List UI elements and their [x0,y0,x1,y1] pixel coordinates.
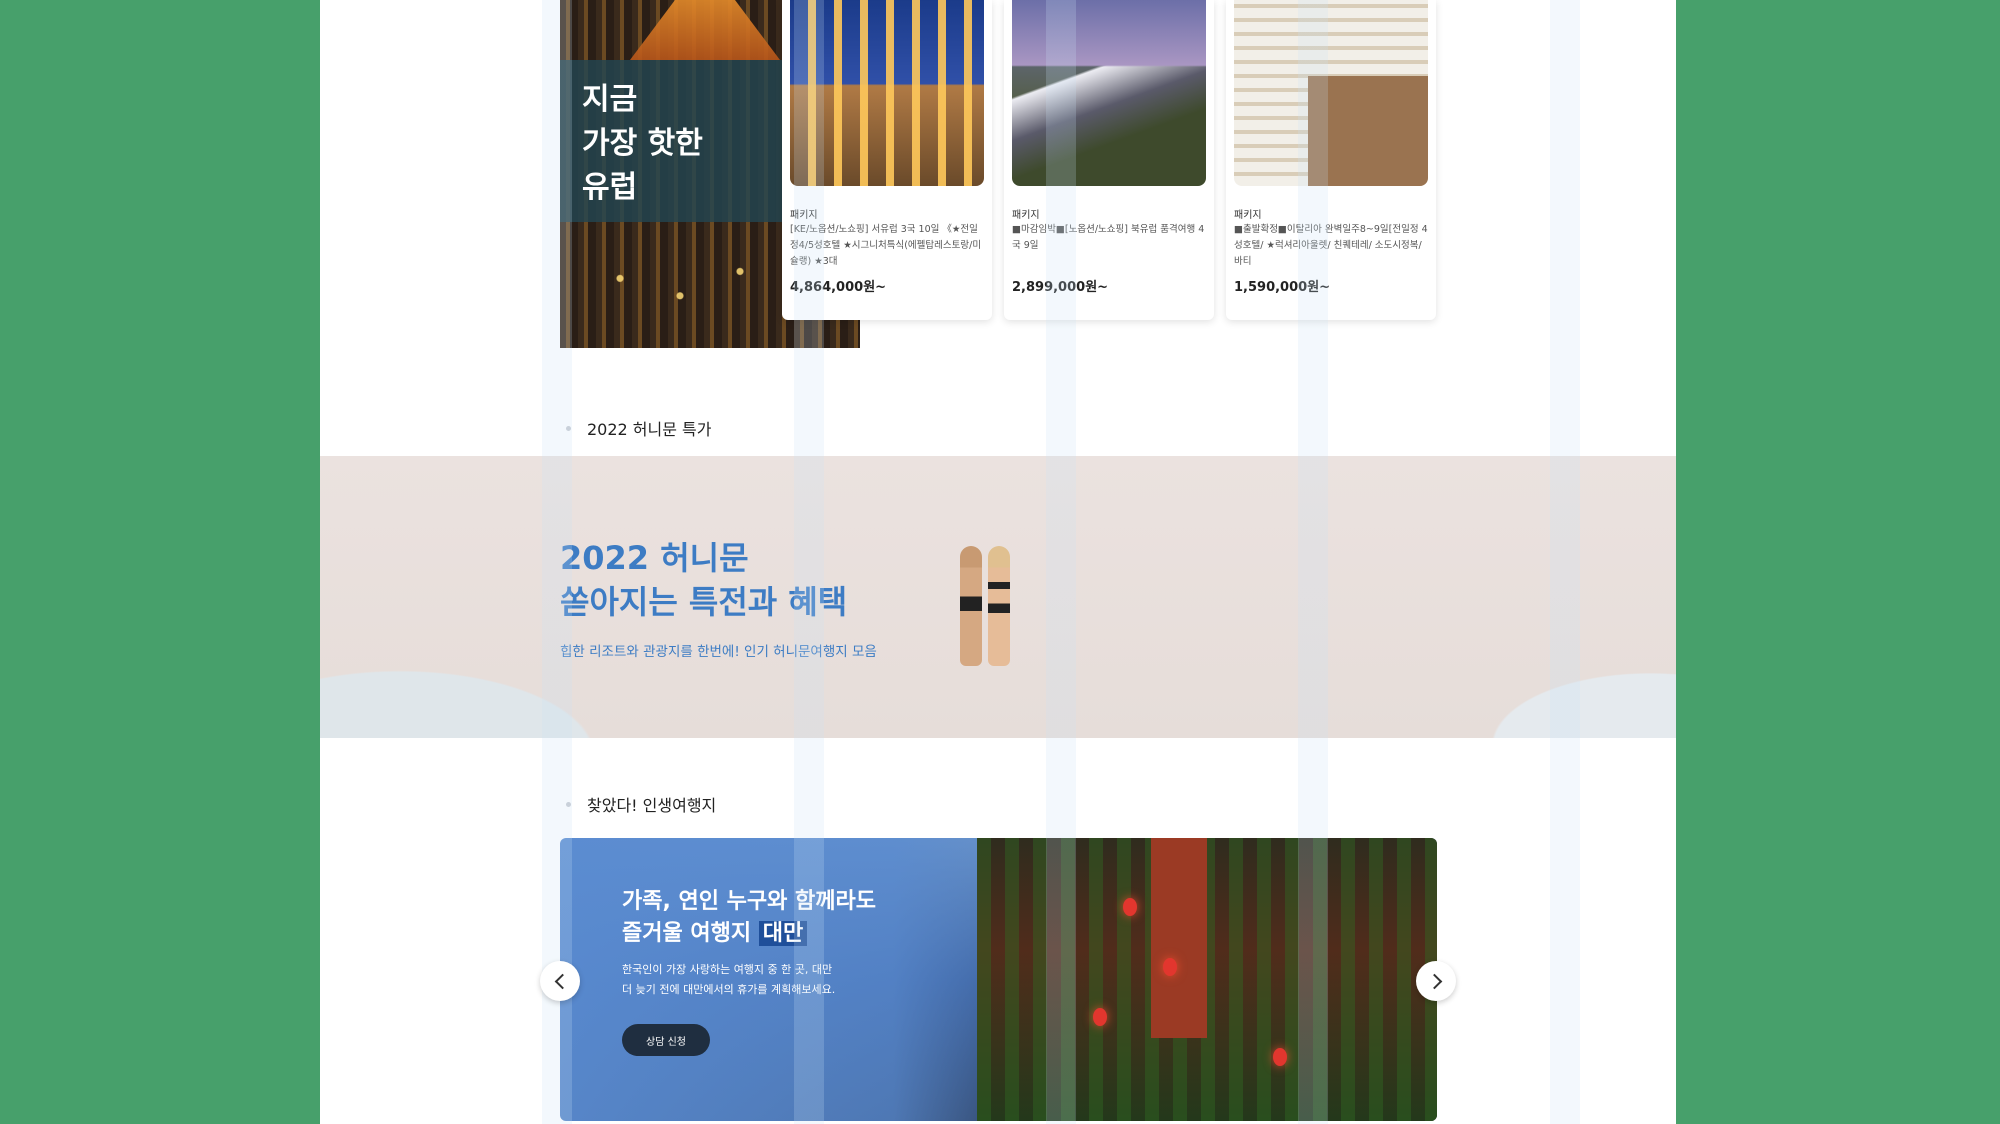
package-card[interactable]: 패키지 ■출발확정■이탈리아 완벽일주8~9일[전일정 4성호텔/ ★럭셔리아울… [1226,0,1436,320]
consult-button[interactable]: 상담 신청 [622,1024,710,1056]
honeymoon-headline: 2022 허니문 쏟아지는 특전과 혜택 [560,539,848,621]
card-description: [KE/노옵션/노쇼핑] 서유럽 3국 10일 《★전일정4/5성호텔 ★시그니… [790,224,982,267]
eiffel-tower-graphic [630,0,780,60]
card-description: ■출발확정■이탈리아 완벽일주8~9일[전일정 4성호텔/ ★럭셔리아울렛/ 친… [1234,224,1428,267]
card-description: ■마감임박■[노옵션/노쇼핑] 북유럽 품격여행 4국 9일 [1012,224,1205,251]
taiwan-headline-line2: 즐거울 여행지 대만 [622,918,876,950]
destination-section-label: 찾았다! 인생여행지 [587,796,717,815]
taiwan-body-line2: 더 늦기 전에 대만에서의 휴가를 계획해보세요. [622,983,836,996]
colosseum-photo [790,0,984,186]
santorini-photo [1234,0,1428,186]
taiwan-body: 한국인이 가장 사랑하는 여행지 중 한 곳, 대만 더 늦기 전에 대만에서의… [622,960,835,1000]
destination-section-title: 찾았다! 인생여행지 [560,792,716,816]
honeymoon-subtext: 힙한 리조트와 관광지를 한번에! 인기 허니문여행지 모음 [560,644,877,660]
chevron-left-icon [554,973,570,989]
package-card[interactable]: 패키지 [KE/노옵션/노쇼핑] 서유럽 3국 10일 《★전일정4/5성호텔 … [782,0,992,320]
honeymoon-banner[interactable]: 2022 허니문 쏟아지는 특전과 혜택 힙한 리조트와 관광지를 한번에! 인… [320,456,1676,738]
card-category: 패키지 [1012,210,1040,221]
card-price: 2,899,000원~ [1012,280,1109,295]
europe-hero-overlay: 지금 가장 핫한 유럽 [560,60,782,222]
europe-hero-title: 지금 가장 핫한 유럽 [582,82,703,205]
card-price: 4,864,000원~ [790,280,887,295]
taiwan-headline-prefix: 즐거울 여행지 [622,921,759,946]
taiwan-body-line1: 한국인이 가장 사랑하는 여행지 중 한 곳, 대만 [622,963,833,976]
taiwan-banner[interactable]: 가족, 연인 누구와 함께라도 즐거울 여행지 대만 한국인이 가장 사랑하는 … [560,838,1437,1121]
card-price: 1,590,000원~ [1234,280,1331,295]
woman-figure [988,546,1010,666]
honeymoon-section-title: 2022 허니문 특가 [560,416,712,440]
package-card[interactable]: 패키지 ■마감임박■[노옵션/노쇼핑] 북유럽 품격여행 4국 9일 2,899… [1004,0,1214,320]
taiwan-headline: 가족, 연인 누구와 함께라도 즐거울 여행지 대만 [622,886,876,950]
carousel-prev-button[interactable] [540,961,580,1001]
bullet-dot-icon [566,801,571,807]
lantern-icon [1163,958,1177,976]
card-category: 패키지 [790,210,818,221]
taiwan-street-graphic [977,838,1437,1121]
bullet-dot-icon [566,425,571,431]
honeymoon-section-label: 2022 허니문 특가 [587,420,712,439]
taiwan-headline-line1: 가족, 연인 누구와 함께라도 [622,889,876,914]
lantern-icon [1273,1048,1287,1066]
card-category: 패키지 [1234,210,1262,221]
page: 지금 가장 핫한 유럽 패키지 [KE/노옵션/노쇼핑] 서유럽 3국 10일 … [320,0,1676,1124]
man-figure [960,546,982,666]
couple-illustration [960,546,1010,666]
carousel-next-button[interactable] [1416,961,1456,1001]
red-banner-graphic [1151,838,1207,1038]
lantern-icon [1123,898,1137,916]
taiwan-headline-highlight: 대만 [758,921,808,946]
chevron-right-icon [1426,973,1442,989]
mountain-photo [1012,0,1206,186]
lantern-icon [1093,1008,1107,1026]
